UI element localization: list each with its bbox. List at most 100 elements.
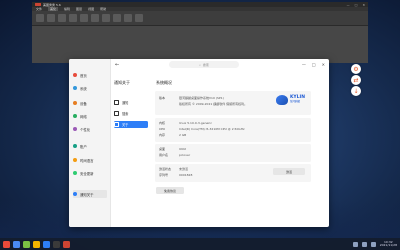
activation-status-label: 激活状态 [159, 167, 172, 171]
cpu-value: Intel(R) Core(TM) i5-3210M CPU @ 2.50GHz [179, 127, 245, 131]
sidebar-item-datetime[interactable]: 时间语言 [73, 156, 107, 164]
desktop-value: UKUI [179, 147, 187, 151]
sidebar-item-label: 系统 [80, 86, 87, 91]
subnav-item-label: 通知 [122, 101, 129, 105]
home-icon [73, 73, 77, 77]
subnav-item-about[interactable]: 关于 [114, 121, 148, 128]
settings-app-icon[interactable] [43, 240, 50, 248]
sidebar-item-network[interactable]: 网络 [73, 112, 107, 120]
username-label: 用户名 [159, 153, 169, 157]
sidebar-item-label: 账户 [80, 144, 87, 149]
sidebar-item-about[interactable]: 通知关于 [73, 190, 107, 198]
disclaimer-button[interactable]: 免责协议 [156, 187, 184, 194]
memory-value: 2 GB [179, 133, 187, 137]
activation-status-value: 未激活 [179, 167, 189, 171]
maximize-button[interactable]: □ [355, 3, 358, 7]
personalize-icon [73, 127, 77, 131]
settings-sidebar: 首页 系统 设备 网络 个性化 账户 时间语言 安全更新 通知关于 [69, 59, 111, 227]
sidebar-item-security[interactable]: 安全更新 [73, 169, 107, 177]
tool-icon[interactable] [58, 14, 66, 22]
system-tray: 10:32 2021/11/28 [352, 240, 397, 248]
browser-icon[interactable] [23, 240, 30, 248]
minimize-button[interactable]: — [347, 3, 350, 7]
menu-help[interactable]: 帮助 [100, 7, 106, 11]
float-download-icon[interactable]: ↓ [351, 86, 361, 96]
menu-edit[interactable]: 编辑 [64, 7, 70, 11]
background-app-window[interactable]: 美图秀秀 5.6 — □ ✕ 文件 美化 编辑 图层 视图 帮助 [32, 2, 368, 63]
account-icon [73, 144, 77, 148]
sidebar-item-label: 通知关于 [80, 192, 94, 197]
menu-view[interactable]: 视图 [88, 7, 94, 11]
start-menu-icon[interactable] [3, 240, 10, 248]
activation-card: 激活状态 未激活 序列号 0001828 激活 [155, 164, 311, 182]
tool-icon[interactable] [36, 14, 44, 22]
serial-value: 0001828 [179, 173, 193, 177]
search-placeholder: 搜索 [202, 62, 209, 67]
version-value: 银河麒麟桌面操作系统V10 (SP1) [179, 96, 224, 100]
tool-icon[interactable] [80, 14, 88, 22]
sidebar-item-home[interactable]: 首页 [73, 71, 107, 79]
taskbar: 10:32 2021/11/28 [0, 238, 400, 250]
sidebar-item-account[interactable]: 账户 [73, 142, 107, 150]
folder-icon[interactable] [33, 240, 40, 248]
close-button[interactable]: ✕ [362, 3, 365, 7]
tool-icon[interactable] [102, 14, 110, 22]
subnav-item-search[interactable]: 搜索 [114, 110, 148, 117]
username-value: pclover [179, 153, 191, 157]
sidebar-item-system[interactable]: 系统 [73, 84, 107, 92]
tool-icon[interactable] [135, 14, 143, 22]
activate-button[interactable]: 激活 [273, 168, 305, 175]
subnav-item-notifications[interactable]: 通知 [114, 99, 148, 106]
settings-topbar: ← ⌕ 搜索 — □ ✕ [69, 59, 329, 71]
version-label: 版本 [159, 96, 166, 100]
info-icon [73, 192, 77, 196]
input-method-icon[interactable] [370, 241, 376, 247]
serial-label: 序列号 [159, 173, 169, 177]
file-manager-icon[interactable] [13, 240, 20, 248]
sidebar-item-personalize[interactable]: 个性化 [73, 125, 107, 133]
copyright-text: 版权所有 © 2009-2021 麒麟软件 保留所有权利。 [179, 102, 248, 106]
window-controls: — □ ✕ [302, 62, 325, 67]
sidebar-item-label: 设备 [80, 101, 87, 106]
clock-icon [73, 158, 77, 162]
clock-date: 2021/11/28 [379, 243, 397, 247]
float-settings-icon[interactable]: ⚙ [351, 64, 361, 74]
kylin-logo: KYLIN 银河麒麟 [275, 95, 305, 105]
sidebar-item-label: 网络 [80, 114, 87, 119]
info-icon [114, 122, 119, 127]
sidebar-item-label: 个性化 [80, 127, 91, 132]
subnav-item-label: 关于 [122, 123, 129, 127]
tool-icon[interactable] [124, 14, 132, 22]
bell-icon [114, 100, 119, 105]
close-button[interactable]: ✕ [322, 62, 325, 67]
settings-window: 首页 系统 设备 网络 个性化 账户 时间语言 安全更新 通知关于 ← ⌕ 搜索… [69, 59, 329, 227]
tool-icon[interactable] [47, 14, 55, 22]
tool-icon[interactable] [69, 14, 77, 22]
menu-layer[interactable]: 图层 [76, 7, 82, 11]
tool-icon[interactable] [113, 14, 121, 22]
main-panel: 系统概况 版本 银河麒麟桌面操作系统V10 (SP1) 版权所有 © 2009-2… [153, 71, 329, 227]
back-button[interactable]: ← [115, 62, 119, 68]
sidebar-item-devices[interactable]: 设备 [73, 99, 107, 107]
network-icon [73, 114, 77, 118]
network-tray-icon[interactable] [352, 241, 358, 247]
volume-tray-icon[interactable] [361, 241, 367, 247]
tool-icon[interactable] [91, 14, 99, 22]
maximize-button[interactable]: □ [312, 62, 316, 67]
menu-file[interactable]: 文件 [36, 7, 42, 11]
sidebar-item-label: 首页 [80, 73, 87, 78]
float-share-icon[interactable]: ⇄ [351, 75, 361, 85]
minimize-button[interactable]: — [302, 62, 306, 67]
photo-editor-icon[interactable] [63, 240, 70, 248]
sidebar-item-label: 时间语言 [80, 158, 94, 163]
clock[interactable]: 10:32 2021/11/28 [379, 240, 397, 248]
kylin-logo-icon [275, 95, 288, 105]
terminal-icon[interactable] [53, 240, 60, 248]
background-app-title: 美图秀秀 5.6 [43, 2, 61, 7]
menu-beautify[interactable]: 美化 [48, 7, 59, 11]
memory-label: 内存 [159, 133, 166, 137]
page-title: 系统概况 [156, 80, 172, 85]
search-icon [114, 111, 119, 116]
search-input[interactable]: ⌕ 搜索 [169, 61, 239, 68]
logo-sub: 银河麒麟 [289, 100, 300, 103]
